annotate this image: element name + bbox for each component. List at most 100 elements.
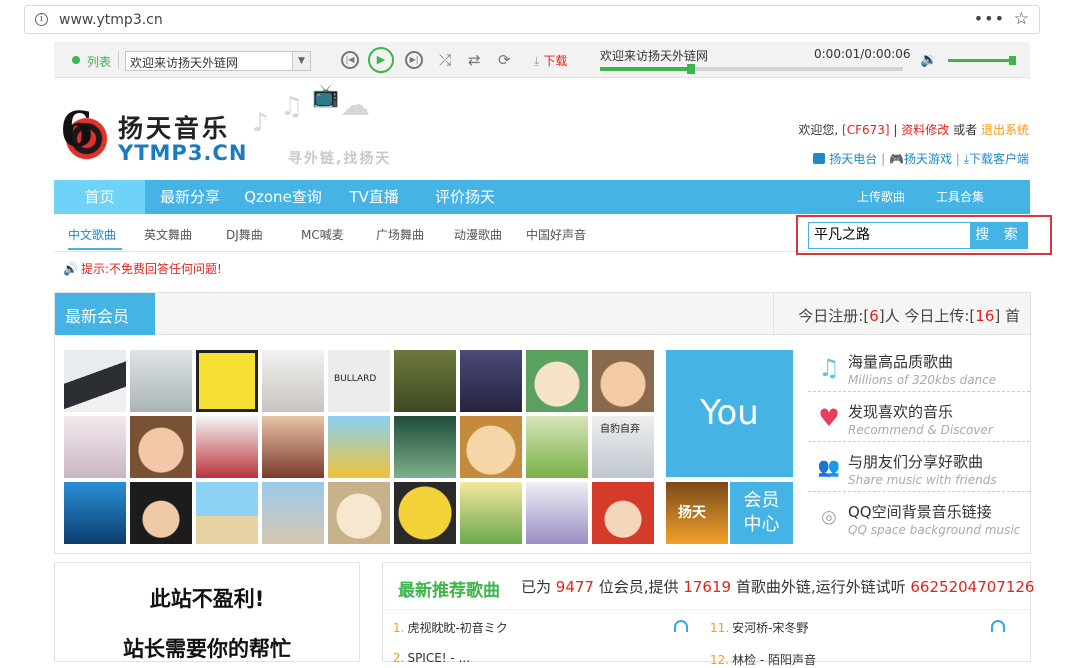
member-avatar[interactable] bbox=[460, 482, 522, 544]
volume-slider[interactable] bbox=[948, 56, 1016, 65]
separator: | bbox=[955, 152, 960, 166]
song-name[interactable]: 虎视眈眈-初音ミク bbox=[407, 621, 507, 635]
address-bar[interactable]: i www.ytmp3.cn ••• ☆ bbox=[24, 5, 1040, 34]
member-avatar[interactable] bbox=[262, 416, 324, 478]
edit-profile-link[interactable]: 资料修改 bbox=[901, 123, 949, 137]
more-actions-icon[interactable]: ••• bbox=[974, 9, 1005, 28]
nav-tools[interactable]: 工具合集 bbox=[936, 180, 984, 214]
member-avatar[interactable] bbox=[460, 416, 522, 478]
member-avatar[interactable] bbox=[196, 482, 258, 544]
nav-rate-site[interactable]: 评价扬天 bbox=[417, 180, 513, 214]
member-avatar[interactable] bbox=[130, 350, 192, 412]
category-english-dance[interactable]: 英文舞曲 bbox=[144, 226, 192, 243]
song-row[interactable]: 2. SPICE! - ... bbox=[393, 651, 470, 665]
member-avatar[interactable] bbox=[394, 416, 456, 478]
category-dj[interactable]: DJ舞曲 bbox=[226, 226, 263, 243]
bookmark-star-icon[interactable]: ☆ bbox=[1014, 9, 1029, 29]
song-name[interactable]: 安河桥-宋冬野 bbox=[732, 621, 808, 635]
member-avatar[interactable] bbox=[130, 482, 192, 544]
song-name[interactable]: SPICE! - ... bbox=[407, 651, 470, 665]
category-square-dance[interactable]: 广场舞曲 bbox=[376, 226, 424, 243]
today-stats: 今日注册:[6]人 今日上传:[16] 首 bbox=[798, 305, 1020, 326]
previous-track-icon[interactable]: |◀ bbox=[341, 51, 359, 69]
user-welcome: 欢迎您, [CF673] | 资料修改 或者 退出系统 bbox=[798, 121, 1029, 138]
member-avatar[interactable] bbox=[64, 350, 126, 412]
member-avatar[interactable] bbox=[196, 416, 258, 478]
you-tile[interactable]: You bbox=[666, 350, 793, 477]
site-stats: 已为 9477 位会员,提供 17619 首歌曲外链,运行外链试听 662520… bbox=[521, 576, 1034, 597]
games-link[interactable]: 扬天游戏 bbox=[904, 152, 952, 166]
notice-tip: 🔊 提示:不免费回答任何问题! bbox=[63, 260, 222, 277]
member-avatar[interactable] bbox=[394, 350, 456, 412]
stat-text: ] 首 bbox=[994, 307, 1020, 325]
next-track-icon[interactable]: ▶| bbox=[405, 51, 423, 69]
feature-qq-bgm[interactable]: ⌾ QQ空间背景音乐链接 QQ space background music bbox=[808, 495, 1030, 542]
member-avatar[interactable] bbox=[64, 482, 126, 544]
username-link[interactable]: [CF673] bbox=[842, 123, 890, 137]
progress-bar[interactable] bbox=[600, 64, 903, 74]
member-avatar[interactable] bbox=[592, 350, 654, 412]
chevron-down-icon[interactable]: ▼ bbox=[292, 52, 310, 70]
repeat-all-icon[interactable]: ⇄ bbox=[468, 51, 481, 69]
nav-qzone-query[interactable]: Qzone查询 bbox=[235, 180, 331, 214]
repeat-one-icon[interactable]: ⟳ bbox=[498, 51, 511, 69]
playlist-select[interactable]: 欢迎来访扬天外链网 ▼ bbox=[125, 51, 311, 71]
shuffle-icon[interactable]: ⤮ bbox=[439, 51, 451, 69]
volume-icon[interactable]: 🔉 bbox=[920, 52, 937, 68]
member-avatar[interactable] bbox=[526, 350, 588, 412]
member-avatar[interactable] bbox=[196, 350, 258, 412]
member-avatar[interactable] bbox=[262, 482, 324, 544]
member-avatar[interactable] bbox=[64, 416, 126, 478]
headphones-icon[interactable] bbox=[674, 620, 688, 632]
play-icon[interactable]: ▶ bbox=[368, 47, 394, 73]
site-logo[interactable]: 6 扬天音乐 YTMP3.CN bbox=[58, 102, 248, 165]
feature-subtitle: Share music with friends bbox=[848, 473, 997, 487]
nav-tv-live[interactable]: TV直播 bbox=[331, 180, 417, 214]
member-avatar[interactable] bbox=[526, 416, 588, 478]
search-input[interactable]: 平凡之路 bbox=[808, 222, 972, 249]
feature-hq-songs[interactable]: ♫ 海量高品质歌曲 Millions of 320kbs dance bbox=[808, 345, 1030, 392]
music-note-icon: ♪ bbox=[252, 108, 269, 138]
stat-text: 今日注册:[ bbox=[798, 307, 870, 325]
feature-title: 与朋友们分享好歌曲 bbox=[848, 453, 984, 471]
member-avatar[interactable] bbox=[460, 350, 522, 412]
playlist-toggle[interactable]: 列表 bbox=[87, 53, 111, 70]
category-voice-of-china[interactable]: 中国好声音 bbox=[526, 226, 586, 243]
feature-discover[interactable]: ♥ 发现喜欢的音乐 Recommend & Discover bbox=[808, 395, 1030, 442]
song-row[interactable]: 11. 安河桥-宋冬野 bbox=[710, 619, 808, 636]
music-decoration: ♪ ♫ 📺 ☁ bbox=[252, 84, 382, 143]
url-text[interactable]: www.ytmp3.cn bbox=[59, 12, 163, 28]
nav-upload-song[interactable]: 上传歌曲 bbox=[857, 180, 905, 214]
search-button[interactable]: 搜 索 bbox=[970, 222, 1028, 249]
song-row[interactable]: 1. 虎视眈眈-初音ミク bbox=[393, 619, 508, 636]
member-avatar[interactable] bbox=[526, 482, 588, 544]
song-name[interactable]: 林检 - 陌阳声音 bbox=[732, 653, 816, 667]
member-avatar[interactable]: 自豹自弃 bbox=[592, 416, 654, 478]
stats-text: 已为 bbox=[521, 578, 552, 596]
progress-handle[interactable] bbox=[686, 64, 695, 74]
volume-handle[interactable] bbox=[1009, 56, 1016, 65]
member-avatar[interactable]: BULLARD bbox=[328, 350, 390, 412]
site-info-icon[interactable]: i bbox=[35, 13, 48, 26]
song-rank: 2. bbox=[393, 651, 405, 665]
member-avatar[interactable] bbox=[130, 416, 192, 478]
member-avatar[interactable] bbox=[394, 482, 456, 544]
member-avatar[interactable]: 扬天 bbox=[666, 482, 728, 544]
member-avatar[interactable] bbox=[328, 482, 390, 544]
member-avatar[interactable] bbox=[262, 350, 324, 412]
member-center-button[interactable]: 会员 中心 bbox=[730, 482, 793, 544]
radio-link[interactable]: 扬天电台 bbox=[829, 152, 877, 166]
nav-latest-share[interactable]: 最新分享 bbox=[145, 180, 235, 214]
logout-link[interactable]: 退出系统 bbox=[981, 123, 1029, 137]
download-button[interactable]: ⤓ 下载 bbox=[534, 52, 567, 69]
song-row[interactable]: 12. 林检 - 陌阳声音 bbox=[710, 651, 816, 668]
download-client-link[interactable]: 下载客户端 bbox=[969, 152, 1029, 166]
category-mc[interactable]: MC喊麦 bbox=[301, 226, 344, 243]
category-anime[interactable]: 动漫歌曲 bbox=[454, 226, 502, 243]
nav-home[interactable]: 首页 bbox=[54, 180, 145, 214]
category-chinese[interactable]: 中文歌曲 bbox=[68, 226, 116, 243]
feature-share[interactable]: 👥 与朋友们分享好歌曲 Share music with friends bbox=[808, 445, 1030, 492]
member-avatar[interactable] bbox=[328, 416, 390, 478]
member-avatar[interactable] bbox=[592, 482, 654, 544]
headphones-icon[interactable] bbox=[991, 620, 1005, 632]
